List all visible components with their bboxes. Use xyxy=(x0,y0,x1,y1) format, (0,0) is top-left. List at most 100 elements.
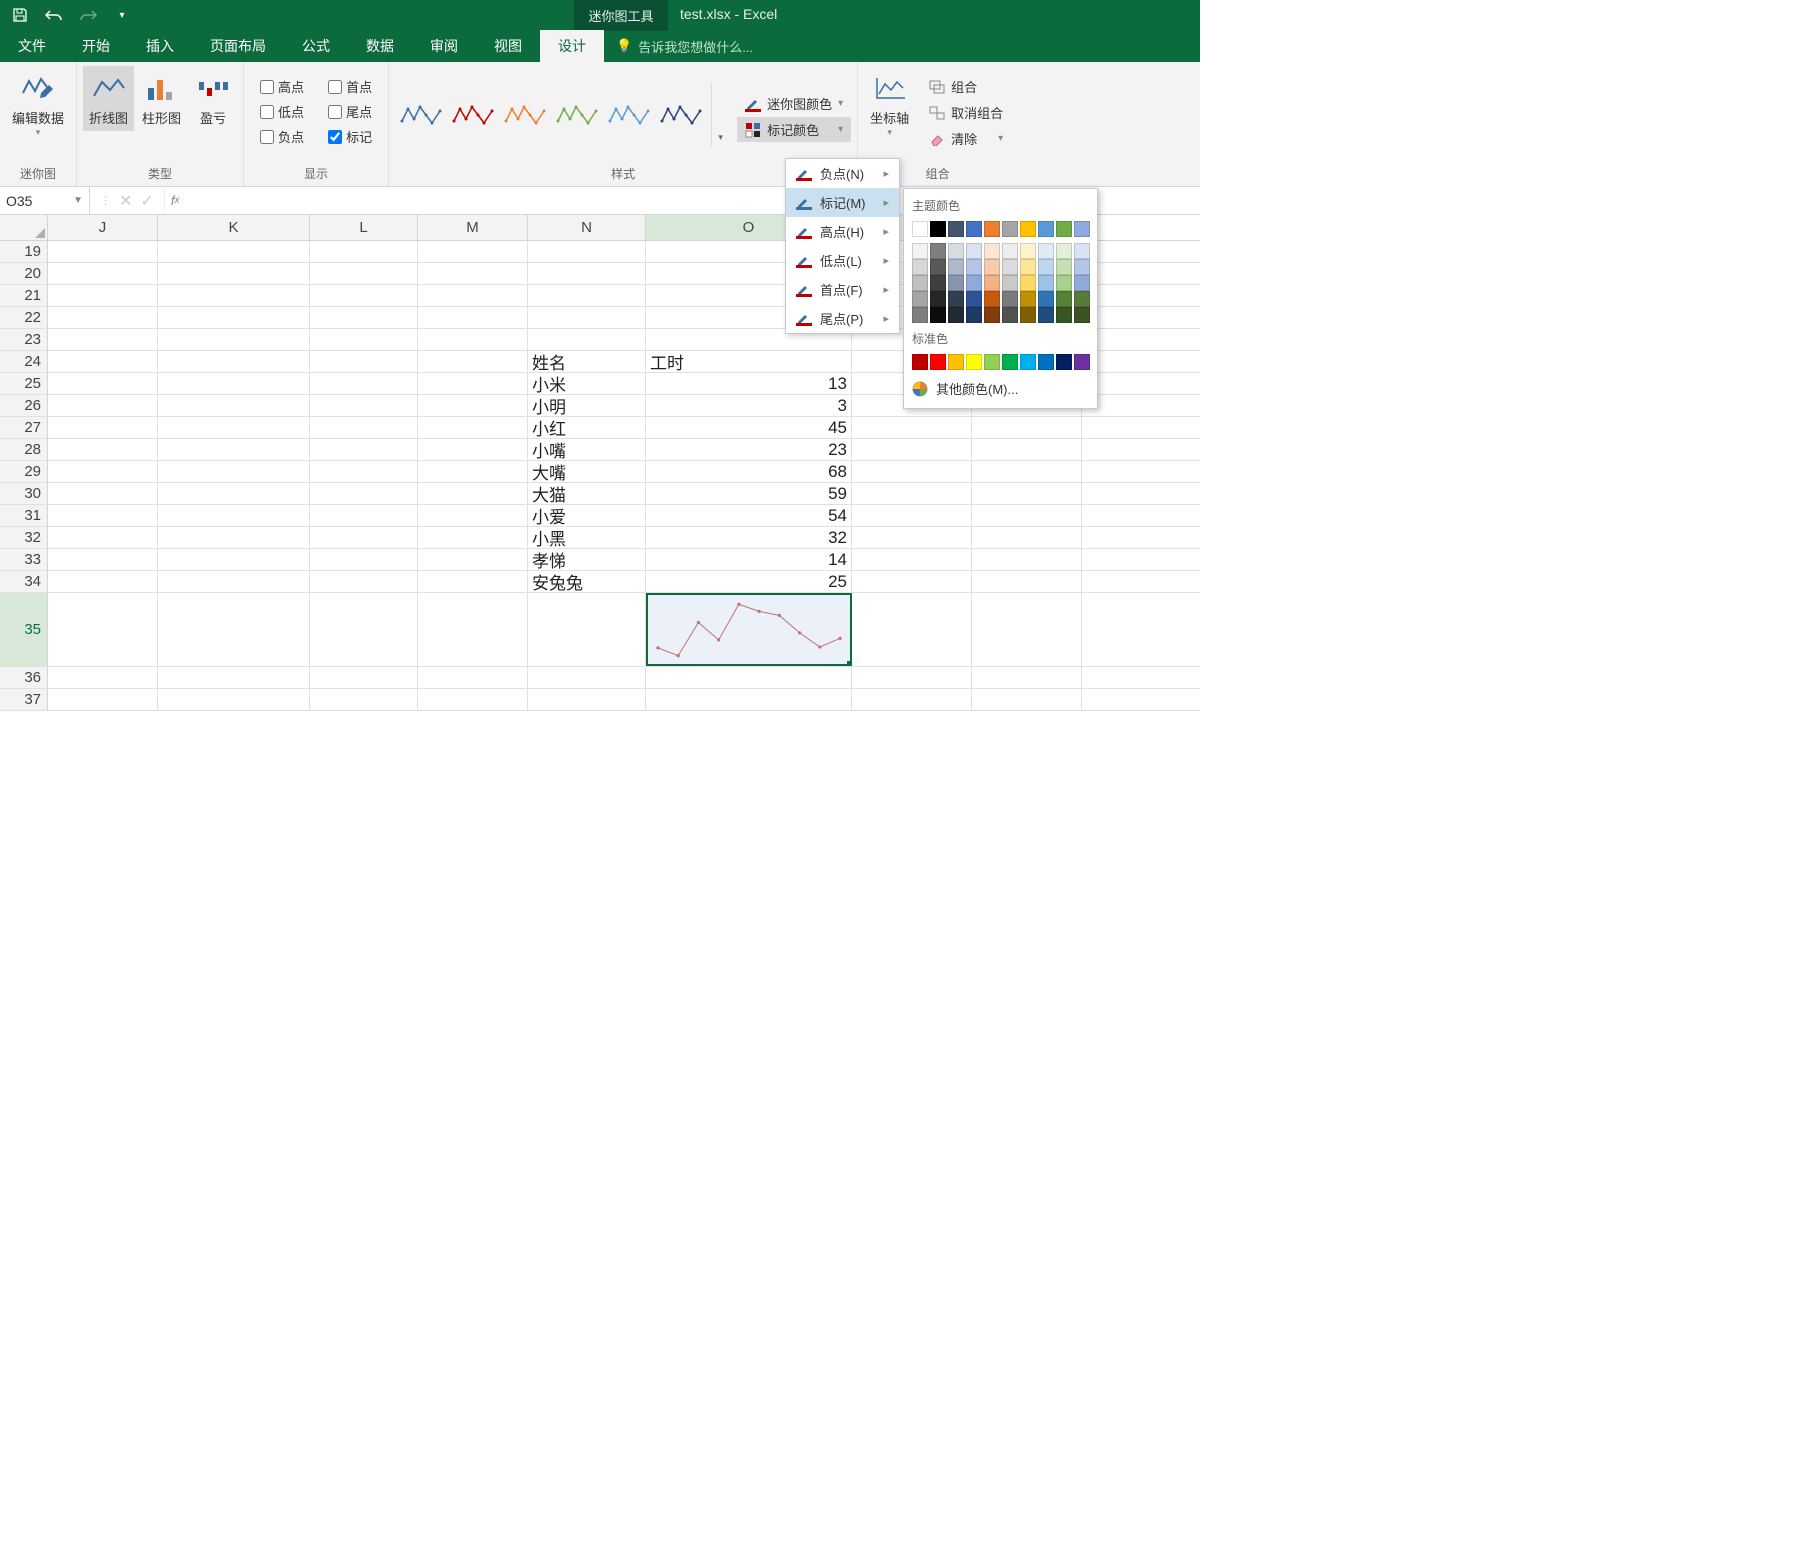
cell-K30[interactable] xyxy=(158,483,310,504)
color-swatch[interactable] xyxy=(1038,307,1054,323)
color-swatch[interactable] xyxy=(1074,291,1090,307)
cell-N23[interactable] xyxy=(528,329,646,350)
cell-M31[interactable] xyxy=(418,505,528,526)
cell-K37[interactable] xyxy=(158,689,310,710)
undo-icon[interactable] xyxy=(44,5,64,25)
cell-M32[interactable] xyxy=(418,527,528,548)
tab-review[interactable]: 审阅 xyxy=(412,30,476,62)
cell-L34[interactable] xyxy=(310,571,418,592)
column-header-L[interactable]: L xyxy=(310,215,418,240)
cell-N34[interactable]: 安兔兔 xyxy=(528,571,646,592)
clear-button[interactable]: 清除 ▾ xyxy=(921,126,1011,151)
sparkline-color-button[interactable]: 迷你图颜色 ▾ xyxy=(737,91,851,116)
row-header-20[interactable]: 20 xyxy=(0,263,48,284)
tab-data[interactable]: 数据 xyxy=(348,30,412,62)
cell-K21[interactable] xyxy=(158,285,310,306)
checkbox-high-point[interactable]: 高点 xyxy=(254,74,310,99)
cell-O30[interactable]: 59 xyxy=(646,483,852,504)
cell-Q27[interactable] xyxy=(972,417,1082,438)
color-swatch[interactable] xyxy=(912,354,928,370)
fx-label[interactable]: fx xyxy=(165,187,186,214)
color-swatch[interactable] xyxy=(984,307,1000,323)
cell-Q37[interactable] xyxy=(972,689,1082,710)
color-swatch[interactable] xyxy=(1020,221,1036,237)
color-swatch[interactable] xyxy=(930,275,946,291)
color-swatch[interactable] xyxy=(966,243,982,259)
cell-L28[interactable] xyxy=(310,439,418,460)
color-swatch[interactable] xyxy=(1002,243,1018,259)
color-swatch[interactable] xyxy=(966,259,982,275)
color-swatch[interactable] xyxy=(1020,259,1036,275)
color-swatch[interactable] xyxy=(930,259,946,275)
cell-K27[interactable] xyxy=(158,417,310,438)
cell-J33[interactable] xyxy=(48,549,158,570)
style-preset-3[interactable] xyxy=(553,95,603,135)
cell-L27[interactable] xyxy=(310,417,418,438)
cell-M23[interactable] xyxy=(418,329,528,350)
color-swatch[interactable] xyxy=(912,291,928,307)
cell-J21[interactable] xyxy=(48,285,158,306)
cell-M28[interactable] xyxy=(418,439,528,460)
cell-M20[interactable] xyxy=(418,263,528,284)
cell-N33[interactable]: 孝悌 xyxy=(528,549,646,570)
row-header-30[interactable]: 30 xyxy=(0,483,48,504)
cell-N25[interactable]: 小米 xyxy=(528,373,646,394)
cell-K25[interactable] xyxy=(158,373,310,394)
cell-O35[interactable] xyxy=(646,593,852,666)
group-button[interactable]: 组合 xyxy=(921,74,1011,99)
row-header-23[interactable]: 23 xyxy=(0,329,48,350)
cell-O26[interactable]: 3 xyxy=(646,395,852,416)
row-header-28[interactable]: 28 xyxy=(0,439,48,460)
cell-N36[interactable] xyxy=(528,667,646,688)
color-swatch[interactable] xyxy=(1074,307,1090,323)
cell-M19[interactable] xyxy=(418,241,528,262)
color-swatch[interactable] xyxy=(984,259,1000,275)
cancel-icon[interactable]: ✕ xyxy=(119,191,132,211)
column-header-J[interactable]: J xyxy=(48,215,158,240)
color-swatch[interactable] xyxy=(966,221,982,237)
row-header-25[interactable]: 25 xyxy=(0,373,48,394)
cell-Q28[interactable] xyxy=(972,439,1082,460)
checkbox-low-point[interactable]: 低点 xyxy=(254,99,310,124)
tab-insert[interactable]: 插入 xyxy=(128,30,192,62)
cell-P30[interactable] xyxy=(852,483,972,504)
style-preset-4[interactable] xyxy=(605,95,655,135)
row-header-35[interactable]: 35 xyxy=(0,593,48,666)
marker-last-item[interactable]: 尾点(P)▸ xyxy=(786,304,899,333)
color-swatch[interactable] xyxy=(984,221,1000,237)
color-swatch[interactable] xyxy=(1056,354,1072,370)
confirm-icon[interactable]: ✓ xyxy=(140,191,153,211)
cell-J24[interactable] xyxy=(48,351,158,372)
color-swatch[interactable] xyxy=(948,307,964,323)
column-header-K[interactable]: K xyxy=(158,215,310,240)
color-swatch[interactable] xyxy=(948,259,964,275)
color-swatch[interactable] xyxy=(948,291,964,307)
color-swatch[interactable] xyxy=(984,291,1000,307)
cell-K32[interactable] xyxy=(158,527,310,548)
cell-K36[interactable] xyxy=(158,667,310,688)
color-swatch[interactable] xyxy=(1002,291,1018,307)
cell-M22[interactable] xyxy=(418,307,528,328)
cell-K31[interactable] xyxy=(158,505,310,526)
cell-L21[interactable] xyxy=(310,285,418,306)
cell-L20[interactable] xyxy=(310,263,418,284)
color-swatch[interactable] xyxy=(1020,243,1036,259)
cell-M33[interactable] xyxy=(418,549,528,570)
color-swatch[interactable] xyxy=(1020,354,1036,370)
cell-N30[interactable]: 大猫 xyxy=(528,483,646,504)
cell-J28[interactable] xyxy=(48,439,158,460)
cell-N19[interactable] xyxy=(528,241,646,262)
type-winloss-button[interactable]: 盈亏 xyxy=(189,66,237,131)
cell-Q30[interactable] xyxy=(972,483,1082,504)
color-swatch[interactable] xyxy=(966,354,982,370)
cell-O31[interactable]: 54 xyxy=(646,505,852,526)
cell-L33[interactable] xyxy=(310,549,418,570)
color-swatch[interactable] xyxy=(1056,221,1072,237)
cell-P27[interactable] xyxy=(852,417,972,438)
ungroup-button[interactable]: 取消组合 xyxy=(921,100,1011,125)
cell-K24[interactable] xyxy=(158,351,310,372)
marker-negative-item[interactable]: 负点(N)▸ xyxy=(786,159,899,188)
cell-K22[interactable] xyxy=(158,307,310,328)
cell-M36[interactable] xyxy=(418,667,528,688)
color-swatch[interactable] xyxy=(948,221,964,237)
